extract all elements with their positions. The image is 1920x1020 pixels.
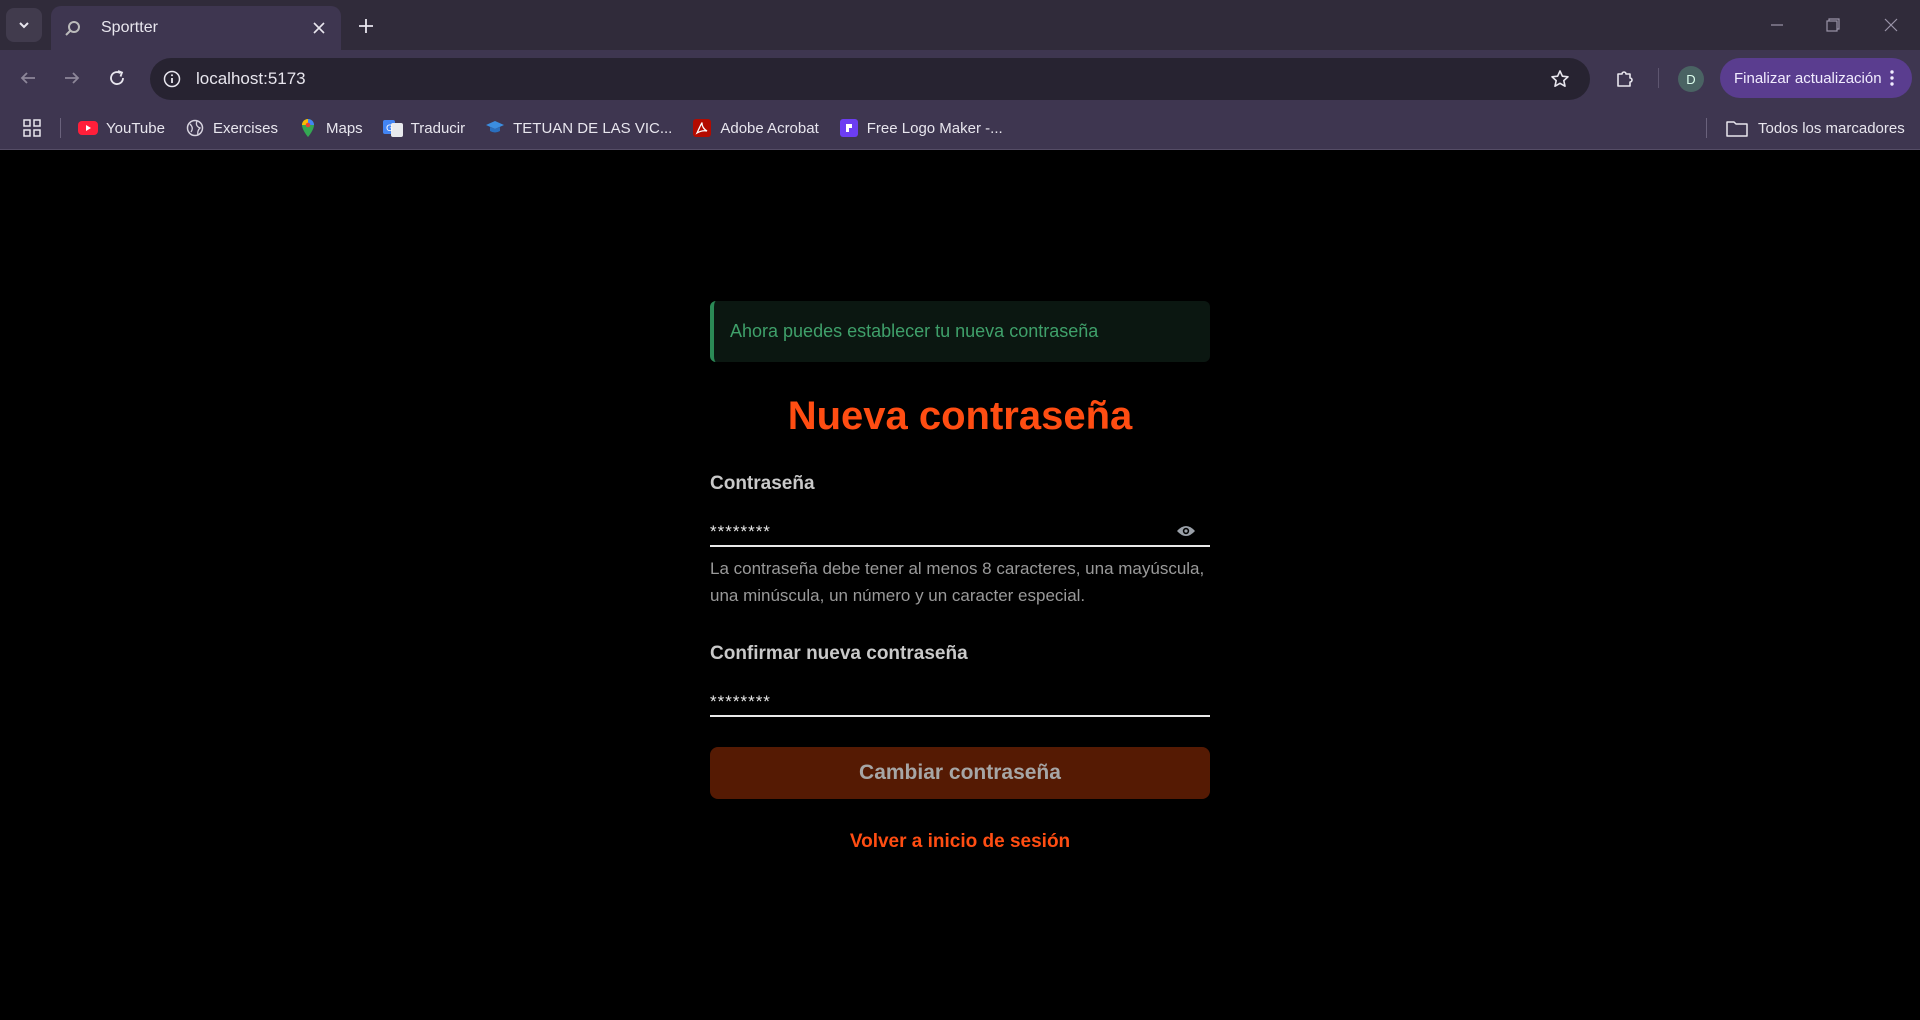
browser-tab[interactable]: Sportter [51, 6, 341, 50]
bookmark-exercises[interactable]: Exercises [185, 118, 278, 138]
arrow-left-icon [20, 72, 35, 84]
close-tab-icon[interactable] [309, 18, 329, 38]
tab-title: Sportter [101, 19, 158, 36]
acrobat-icon [692, 118, 712, 138]
minimize-button[interactable] [1762, 10, 1792, 40]
bookmark-label: Adobe Acrobat [720, 119, 819, 137]
success-alert: Ahora puedes establecer tu nueva contras… [710, 301, 1210, 362]
finish-update-button[interactable]: Finalizar actualización [1720, 58, 1912, 98]
confirm-password-field-row [710, 689, 1210, 717]
bookmark-free-logo-maker[interactable]: Free Logo Maker -... [839, 118, 1003, 138]
page-content: Ahora puedes establecer tu nueva contras… [0, 151, 1920, 1020]
finish-update-label: Finalizar actualización [1734, 69, 1882, 87]
minimize-icon [1771, 24, 1783, 26]
restore-button[interactable] [1818, 10, 1848, 40]
maps-pin-icon [298, 118, 318, 138]
bookmark-maps[interactable]: Maps [298, 118, 363, 138]
puzzle-icon [1617, 71, 1633, 87]
bookmark-label: YouTube [106, 119, 165, 137]
globe-icon [185, 118, 205, 138]
all-bookmarks-button[interactable]: Todos los marcadores [1726, 106, 1905, 150]
password-label: Contraseña [710, 473, 815, 494]
show-password-icon[interactable] [1174, 521, 1198, 541]
bookmark-traducir[interactable]: G Traducir [382, 118, 466, 138]
back-to-login-link[interactable]: Volver a inicio de sesión [710, 831, 1210, 853]
reload-icon [110, 70, 124, 85]
restore-icon [1826, 18, 1840, 32]
bookmark-adobe-acrobat[interactable]: Adobe Acrobat [692, 118, 819, 138]
bookmark-label: TETUAN DE LAS VIC... [513, 119, 673, 137]
profile-avatar[interactable]: D [1678, 66, 1704, 92]
confirm-password-label: Confirmar nueva contraseña [710, 643, 968, 664]
bookmarks-bar: YouTube Exercises Maps G Traducir TETUAN… [0, 106, 1920, 150]
reset-password-form: Ahora puedes establecer tu nueva contras… [710, 301, 1210, 853]
tab-search-button[interactable] [6, 8, 42, 42]
bookmark-list: YouTube Exercises Maps G Traducir TETUAN… [78, 106, 1023, 150]
confirm-password-input[interactable] [710, 689, 1210, 715]
password-hint: La contraseña debe tener al menos 8 cara… [710, 559, 1205, 605]
page-title: Nueva contraseña [787, 394, 1133, 438]
close-icon [1884, 18, 1898, 32]
bookmark-label: Traducir [410, 119, 466, 137]
close-window-button[interactable] [1876, 10, 1906, 40]
more-options-icon[interactable] [1882, 68, 1902, 88]
alert-message: Ahora puedes establecer tu nueva contras… [730, 321, 1099, 341]
address-url[interactable]: localhost:5173 [196, 69, 1546, 89]
all-bookmarks-label: Todos los marcadores [1758, 119, 1905, 137]
bookmark-star-icon[interactable] [1546, 65, 1574, 93]
bookmark-label: Free Logo Maker -... [866, 119, 1003, 137]
browser-toolbar: localhost:5173 D Finalizar actualización [0, 50, 1920, 106]
bookmark-label: Exercises [212, 119, 278, 137]
password-input[interactable] [710, 519, 1210, 545]
password-field-row [710, 519, 1210, 547]
tab-favicon-icon [63, 18, 83, 38]
plus-icon [359, 19, 373, 33]
youtube-icon [78, 118, 98, 138]
chevron-down-icon [19, 22, 29, 29]
tab-strip: Sportter [0, 0, 1920, 50]
bookmark-youtube[interactable]: YouTube [78, 118, 165, 138]
svg-text:G: G [386, 124, 393, 134]
reload-button[interactable] [101, 62, 133, 94]
apps-grid-icon[interactable] [20, 116, 44, 140]
bookmarks-divider [60, 118, 61, 138]
toolbar-divider [1658, 68, 1659, 88]
address-bar[interactable]: localhost:5173 [150, 58, 1590, 100]
bookmark-label: Maps [325, 119, 363, 137]
translate-icon: G [382, 118, 403, 138]
bookmarks-divider [1706, 118, 1707, 138]
graduation-cap-icon [485, 118, 505, 138]
change-password-button[interactable]: Cambiar contraseña [710, 747, 1210, 799]
extensions-button[interactable] [1610, 63, 1640, 93]
forward-button[interactable] [56, 62, 88, 94]
new-tab-button[interactable] [352, 12, 380, 40]
bookmark-tetuan[interactable]: TETUAN DE LAS VIC... [485, 118, 672, 138]
back-button[interactable] [12, 62, 44, 94]
arrow-right-icon [65, 72, 80, 84]
folder-icon [1726, 117, 1748, 139]
site-info-icon[interactable] [160, 67, 184, 91]
logo-maker-icon [839, 118, 859, 138]
